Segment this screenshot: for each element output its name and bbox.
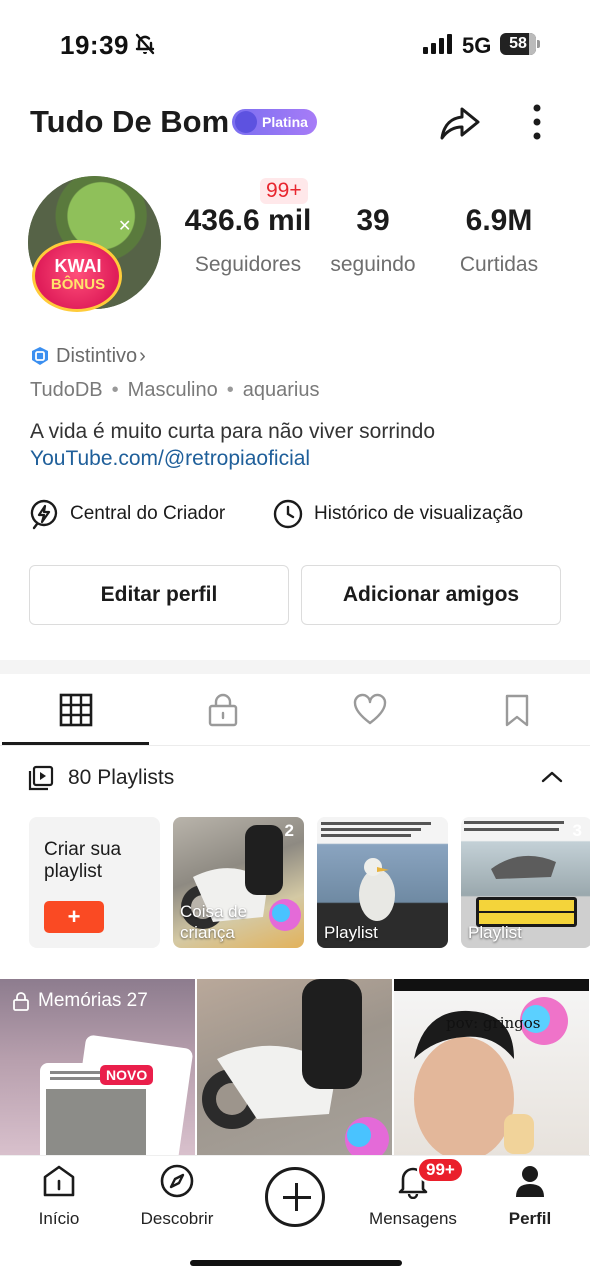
creator-center-link[interactable]: Central do Criador <box>28 498 225 530</box>
profile-icon <box>516 1166 544 1197</box>
network-type: 5G <box>462 33 492 58</box>
watch-history-link[interactable]: Histórico de visualização <box>272 498 523 530</box>
following-label[interactable]: seguindo <box>325 253 421 277</box>
thumbnail-image <box>202 979 389 1157</box>
tab-saved[interactable] <box>443 674 590 746</box>
clock-icon <box>273 499 303 529</box>
compass-icon <box>160 1164 194 1198</box>
messages-badge: 99+ <box>417 1157 464 1183</box>
video-tile[interactable] <box>197 979 392 1157</box>
add-friends-button[interactable]: Adicionar amigos <box>301 565 561 625</box>
playlist-card[interactable]: 3 Playlist <box>461 817 590 948</box>
section-divider <box>0 660 590 674</box>
profile-name: Tudo De Bom <box>30 104 230 139</box>
distintivo-label: Distintivo <box>56 344 138 367</box>
status-time: 19:39 <box>60 30 129 60</box>
share-icon[interactable] <box>436 100 482 146</box>
badge-icon <box>235 111 257 133</box>
playlist-card[interactable]: 2 Coisa de criança <box>173 817 304 948</box>
chevron-up-icon[interactable] <box>538 766 566 788</box>
creator-center-label: Central do Criador <box>70 503 226 524</box>
playlists-header[interactable]: 80 Playlists <box>28 764 174 792</box>
tab-posts[interactable] <box>2 674 149 746</box>
badge-shield-icon <box>32 347 48 365</box>
memories-label: Memórias 27 <box>12 989 148 1013</box>
lock-icon <box>13 992 29 1011</box>
profile-bio: A vida é muito curta para não viver sorr… <box>30 420 436 443</box>
watch-history-label: Histórico de visualização <box>314 503 524 524</box>
create-playlist-button[interactable]: + <box>44 901 104 933</box>
followers-label[interactable]: Seguidores <box>184 253 312 277</box>
playlists-count: 80 Playlists <box>68 766 175 789</box>
profile-sign: aquarius <box>242 379 320 401</box>
nav-home[interactable]: Início <box>9 1163 109 1233</box>
create-playlist-card[interactable]: Criar sua playlist + <box>29 817 160 948</box>
home-indicator <box>190 1260 402 1266</box>
playlist-count: 2 <box>284 821 294 840</box>
nav-discover[interactable]: Descobrir <box>127 1163 227 1233</box>
video-overlay-text: pov: gringos <box>446 1014 541 1032</box>
thumbnail-image <box>394 979 589 1157</box>
profile-meta: TudoDB • Masculino • aquarius <box>30 379 320 401</box>
lock-icon <box>208 693 237 727</box>
playlist-count: 3 <box>572 821 582 840</box>
close-icon[interactable]: ✕ <box>118 219 134 235</box>
profile-gender: Masculino <box>127 379 218 401</box>
battery-level: 58 <box>500 33 536 55</box>
tab-private[interactable] <box>149 674 296 746</box>
likes-label[interactable]: Curtidas <box>446 253 552 277</box>
more-options-icon[interactable] <box>522 100 552 146</box>
profile-handle: TudoDB <box>30 379 103 401</box>
edit-profile-button[interactable]: Editar perfil <box>29 565 289 625</box>
playlist-label: Coisa de criança <box>180 902 248 942</box>
platina-badge[interactable]: Platina <box>232 109 317 135</box>
status-bar: 19:39 5G 58 <box>0 0 590 90</box>
playlist-label: Playlist <box>324 923 378 942</box>
bell-muted-icon <box>135 33 155 55</box>
nav-profile[interactable]: Perfil <box>480 1163 580 1233</box>
following-count[interactable]: 39 <box>325 204 421 238</box>
creator-lightning-icon <box>30 499 58 530</box>
create-playlist-label: Criar sua playlist <box>44 839 122 882</box>
grid-icon <box>59 693 92 727</box>
new-badge: NOVO <box>100 1065 154 1085</box>
playlist-card[interactable]: Playlist <box>317 817 448 948</box>
signal-icon <box>423 34 452 54</box>
playlist-label: Playlist <box>468 923 522 942</box>
profile-link[interactable]: YouTube.com/@retropiaoficial <box>30 447 310 471</box>
platina-label: Platina <box>262 114 308 130</box>
likes-count[interactable]: 6.9M <box>446 204 552 238</box>
heart-icon <box>353 693 386 725</box>
home-icon <box>43 1165 75 1197</box>
kwai-bonus-promo[interactable]: KWAI BÔNUS <box>30 234 126 324</box>
video-tile[interactable] <box>394 979 589 1157</box>
notification-count[interactable]: 99+ <box>260 178 308 204</box>
followers-count[interactable]: 436.6 mil <box>184 204 312 238</box>
chevron-right-icon: › <box>139 344 146 367</box>
create-post-button[interactable] <box>265 1167 325 1227</box>
tab-liked[interactable] <box>296 674 443 746</box>
bookmark-icon <box>505 694 528 727</box>
playlist-icon <box>28 765 54 791</box>
battery-icon: 58 <box>500 33 540 55</box>
distintivo-link[interactable]: Distintivo › <box>30 344 146 368</box>
